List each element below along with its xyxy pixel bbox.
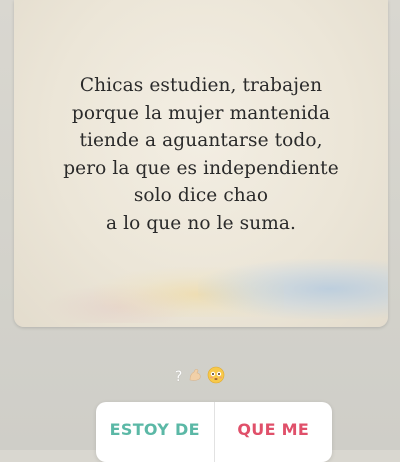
poll-sticker: ESTOY DE QUE ME	[96, 402, 332, 462]
story-card: Chicas estudien, trabajen porque la muje…	[14, 0, 388, 327]
quote-line: Chicas estudien, trabajen	[79, 75, 323, 96]
flushed-face-icon	[207, 366, 225, 384]
reaction-stickers: ?	[0, 366, 400, 385]
quote-text: Chicas estudien, trabajen porque la muje…	[14, 72, 388, 237]
question-mark: ?	[174, 369, 183, 385]
quote-line: pero la que es independiente	[63, 157, 339, 179]
quote-line: tiende a aguantarse todo,	[79, 130, 323, 151]
poll-option-left[interactable]: ESTOY DE	[96, 402, 214, 462]
watercolor-wash	[198, 259, 388, 319]
quote-line: a lo que no le suma.	[106, 212, 296, 234]
quote-line: solo dice chao	[133, 185, 269, 206]
poll-option-right[interactable]: QUE ME	[215, 402, 333, 462]
flexed-biceps-icon	[189, 369, 201, 381]
quote-line: porque la mujer mantenida	[71, 102, 331, 124]
